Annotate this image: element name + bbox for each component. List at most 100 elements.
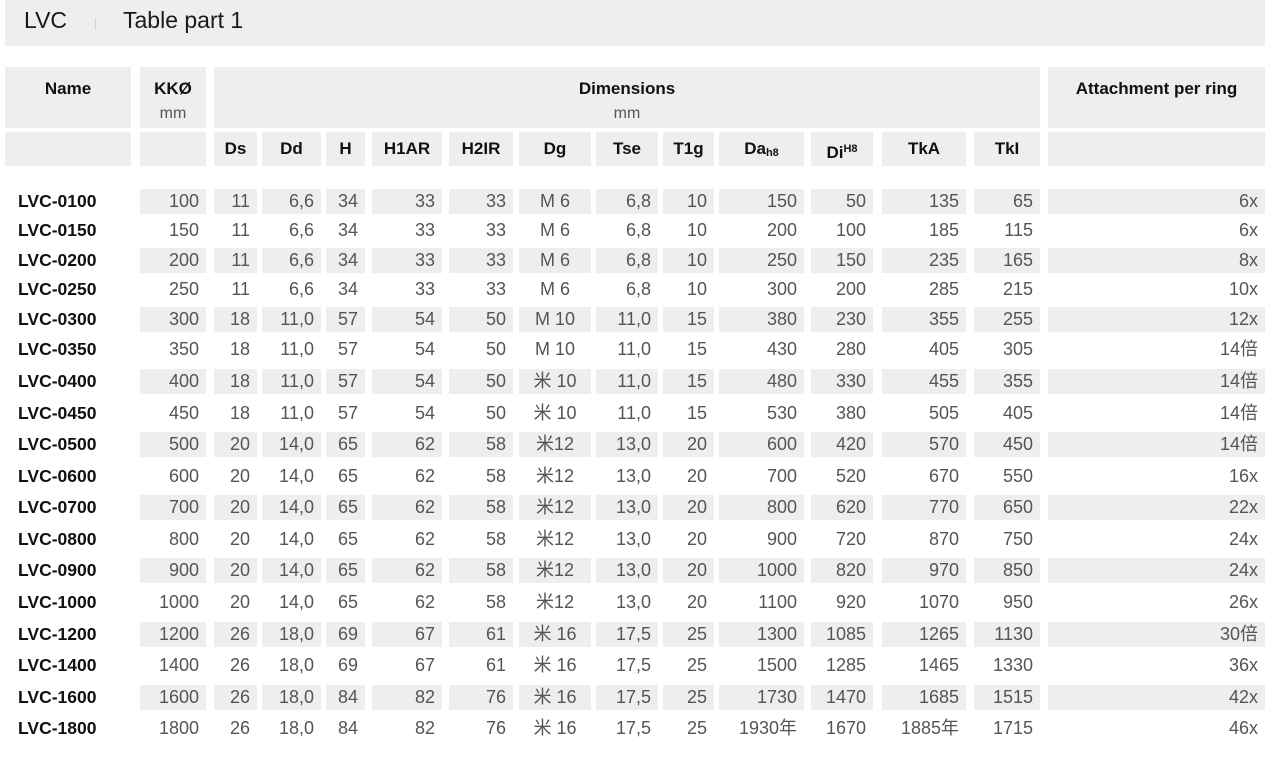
header-kk-unit: mm bbox=[159, 105, 187, 122]
cell-tse: 11,0 bbox=[596, 307, 658, 332]
cell-dg: M 6 bbox=[519, 248, 591, 273]
cell-h1ar: 54 bbox=[372, 369, 442, 394]
cell-h1ar: 67 bbox=[372, 622, 442, 647]
cell-att: 36x bbox=[1228, 655, 1258, 675]
product-title: LVC bbox=[24, 7, 68, 33]
cell-t1g: 20 bbox=[686, 466, 707, 486]
cell-tka: 870 bbox=[928, 529, 959, 549]
cell-h2ir: 58 bbox=[485, 592, 506, 612]
cell-dg: 米12 bbox=[535, 466, 575, 486]
cell-tka: 770 bbox=[882, 495, 966, 520]
cell-t1g: 10 bbox=[686, 279, 707, 299]
cell-dd: 18,0 bbox=[262, 622, 321, 647]
cell-h: 57 bbox=[326, 307, 365, 332]
cell-kk: 300 bbox=[140, 307, 206, 332]
cell-tse: 11,0 bbox=[617, 339, 651, 359]
cell-dg: M 6 bbox=[519, 189, 591, 214]
cell-t1g: 20 bbox=[663, 558, 714, 583]
cell-kk: 700 bbox=[140, 495, 206, 520]
cell-t1g: 20 bbox=[663, 495, 714, 520]
cell-h2ir: 33 bbox=[449, 189, 513, 214]
cell-name: LVC-0600 bbox=[18, 466, 97, 486]
cell-h2ir: 50 bbox=[485, 339, 506, 359]
cell-h1ar: 82 bbox=[414, 718, 435, 738]
header-name-label: Name bbox=[44, 79, 92, 98]
cell-da: 1500 bbox=[756, 655, 797, 675]
cell-da: 1000 bbox=[719, 558, 804, 583]
cell-da: 1930年 bbox=[738, 718, 797, 738]
cell-name: LVC-0300 bbox=[18, 309, 97, 329]
cell-tse: 13,0 bbox=[615, 592, 651, 612]
cell-h: 84 bbox=[337, 718, 358, 738]
cell-di: 1470 bbox=[811, 685, 873, 710]
cell-dg: 米12 bbox=[535, 592, 575, 612]
cell-h1ar: 33 bbox=[414, 279, 435, 299]
cell-dd: 6,6 bbox=[262, 248, 321, 273]
cell-tka: 1885年 bbox=[900, 718, 959, 738]
cell-di: 620 bbox=[811, 495, 873, 520]
cell-h: 34 bbox=[337, 220, 358, 240]
cell-h2ir: 58 bbox=[485, 466, 506, 486]
cell-ds: 20 bbox=[214, 495, 257, 520]
cell-h2ir: 61 bbox=[449, 622, 513, 647]
cell-name: LVC-1600 bbox=[18, 687, 97, 707]
cell-att: 8x bbox=[1048, 248, 1265, 273]
cell-att: 6x bbox=[1238, 220, 1258, 240]
cell-di: 280 bbox=[835, 339, 866, 359]
header-kk-label: KKØ bbox=[154, 79, 192, 98]
cell-h2ir: 50 bbox=[449, 307, 513, 332]
cell-h: 65 bbox=[337, 529, 358, 549]
cell-name: LVC-1200 bbox=[18, 624, 97, 644]
cell-att: 12x bbox=[1048, 307, 1265, 332]
cell-di: 720 bbox=[835, 529, 866, 549]
cell-tse: 17,5 bbox=[615, 655, 651, 675]
cell-att: 30倍 bbox=[1048, 622, 1265, 647]
cell-tka: 1685 bbox=[882, 685, 966, 710]
cell-t1g: 25 bbox=[663, 685, 714, 710]
column-header-h1ar: H1AR bbox=[372, 132, 442, 166]
cell-att: 14倍 bbox=[1219, 403, 1258, 423]
cell-att: 26x bbox=[1228, 592, 1258, 612]
cell-kk: 1000 bbox=[158, 592, 199, 612]
cell-tki: 115 bbox=[1004, 220, 1033, 240]
cell-h2ir: 58 bbox=[449, 495, 513, 520]
cell-name: LVC-1800 bbox=[18, 718, 97, 738]
cell-di: 520 bbox=[835, 466, 866, 486]
column-header-tse: Tse bbox=[596, 132, 658, 166]
cell-h1ar: 62 bbox=[372, 558, 442, 583]
cell-att: 14倍 bbox=[1048, 432, 1265, 457]
cell-tki: 450 bbox=[974, 432, 1040, 457]
cell-di: 1085 bbox=[811, 622, 873, 647]
cell-kk: 450 bbox=[168, 403, 199, 423]
column-header-da: Dah8 bbox=[719, 132, 804, 166]
cell-tki: 355 bbox=[974, 369, 1040, 394]
cell-kk: 200 bbox=[140, 248, 206, 273]
cell-t1g: 15 bbox=[663, 307, 714, 332]
cell-dg: M 10 bbox=[534, 339, 576, 359]
header-attachment-label: Attachment per ring bbox=[1075, 79, 1238, 98]
cell-di: 100 bbox=[835, 220, 866, 240]
cell-dd: 14,0 bbox=[262, 558, 321, 583]
header-dimensions-label: Dimensions bbox=[578, 79, 676, 98]
column-header-ds: Ds bbox=[214, 132, 257, 166]
cell-att: 14倍 bbox=[1219, 339, 1258, 359]
cell-dd: 11,0 bbox=[262, 307, 321, 332]
cell-kk: 600 bbox=[168, 466, 199, 486]
cell-tki: 1515 bbox=[974, 685, 1040, 710]
cell-h1ar: 62 bbox=[414, 592, 435, 612]
cell-dg: 米12 bbox=[535, 529, 575, 549]
cell-h2ir: 61 bbox=[485, 655, 506, 675]
cell-h2ir: 50 bbox=[449, 369, 513, 394]
cell-kk: 250 bbox=[168, 279, 199, 299]
cell-h2ir: 76 bbox=[485, 718, 506, 738]
cell-att: 46x bbox=[1228, 718, 1258, 738]
cell-h2ir: 33 bbox=[485, 279, 506, 299]
cell-tka: 405 bbox=[928, 339, 959, 359]
cell-kk: 100 bbox=[140, 189, 206, 214]
cell-kk: 400 bbox=[140, 369, 206, 394]
cell-dd: 6,6 bbox=[288, 279, 314, 299]
cell-h1ar: 33 bbox=[414, 220, 435, 240]
cell-da: 1100 bbox=[758, 592, 797, 612]
cell-tse: 11,0 bbox=[596, 369, 658, 394]
cell-dd: 6,6 bbox=[288, 220, 314, 240]
